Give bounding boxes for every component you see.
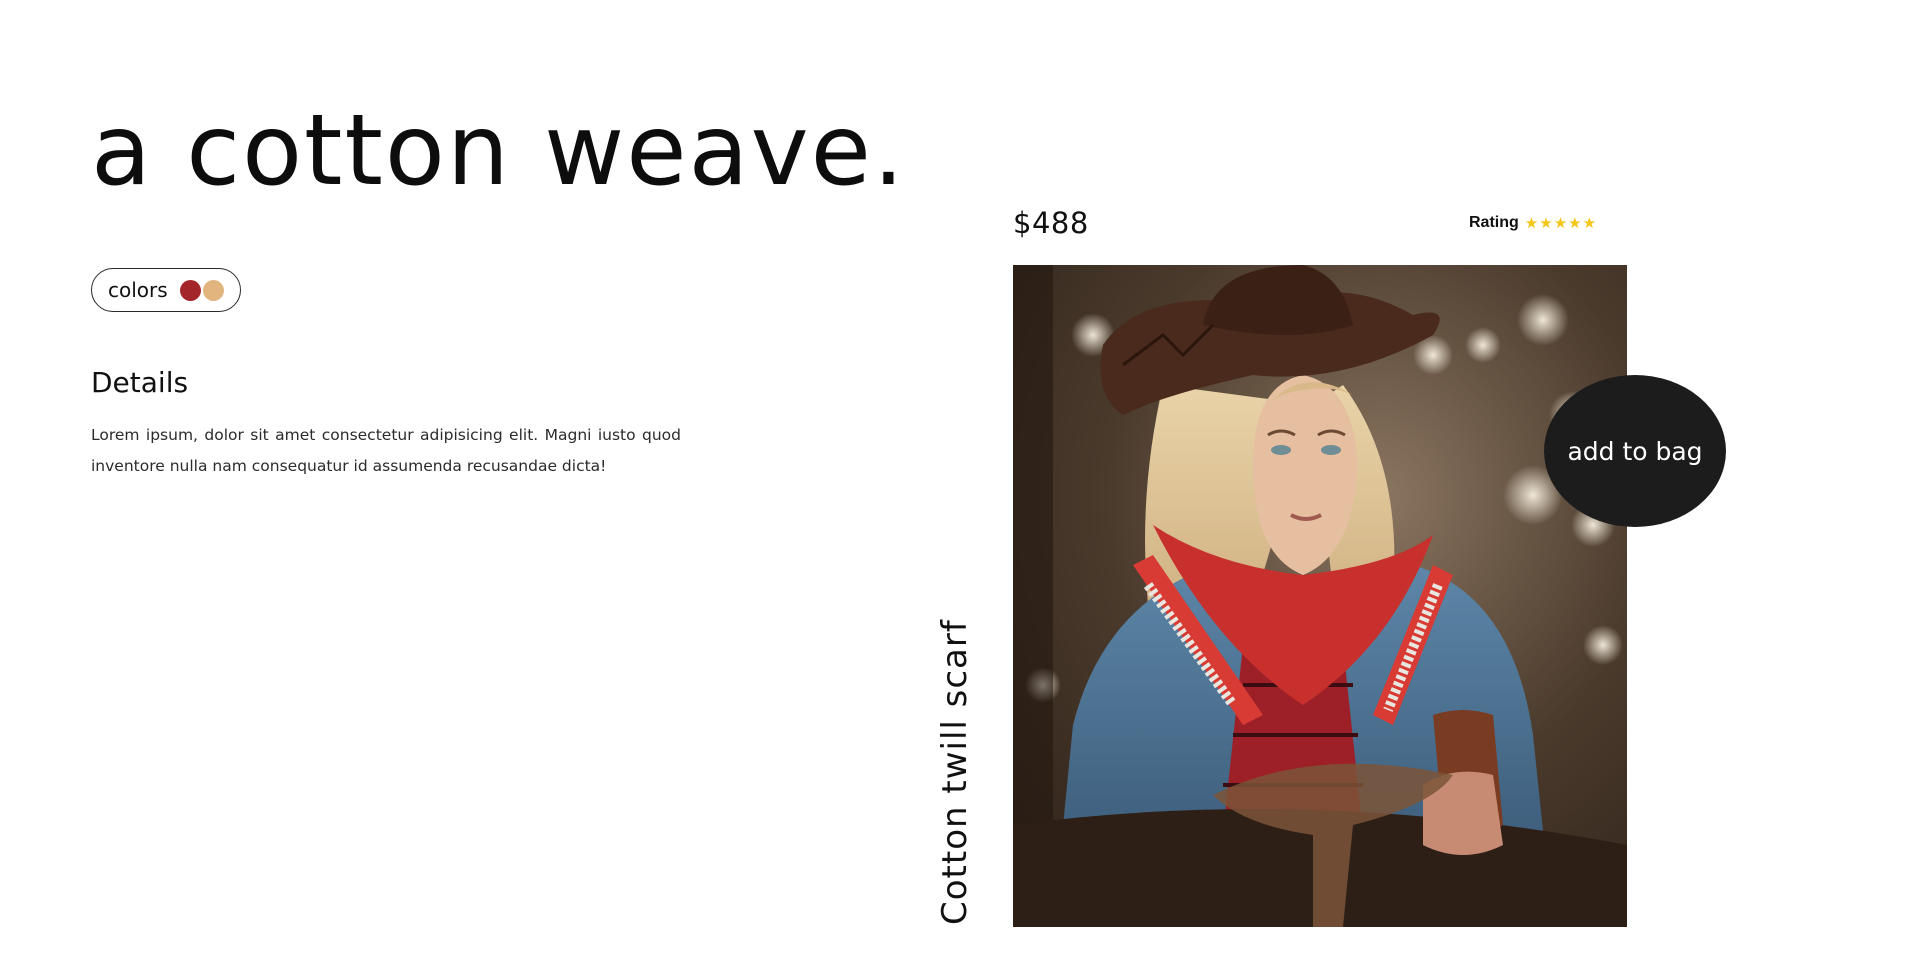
product-rating: Rating ★ ★ ★ ★ ★: [1469, 214, 1596, 232]
product-page: a cotton weave. colors Details Lorem ips…: [0, 0, 1918, 967]
product-photo-icon: [1013, 265, 1627, 927]
colors-label: colors: [108, 278, 168, 302]
tan-swatch[interactable]: [202, 279, 224, 301]
star-icon: ★: [1539, 213, 1553, 232]
color-swatches: [179, 279, 224, 301]
star-icon: ★: [1553, 213, 1568, 232]
rating-label: Rating: [1469, 214, 1519, 231]
rating-stars: ★ ★ ★ ★ ★: [1524, 213, 1597, 232]
details-heading: Details: [91, 366, 189, 399]
product-image: [1013, 265, 1627, 927]
star-icon: ★: [1524, 213, 1539, 232]
add-to-bag-button[interactable]: add to bag: [1544, 375, 1726, 527]
colors-selector[interactable]: colors: [91, 268, 241, 312]
star-icon: ★: [1582, 213, 1597, 232]
star-icon: ★: [1568, 213, 1582, 232]
product-price: $488: [1013, 206, 1089, 240]
product-name: Cotton twill scarf: [935, 619, 975, 925]
page-headline: a cotton weave.: [91, 94, 907, 208]
red-swatch[interactable]: [179, 279, 201, 301]
details-text: Lorem ipsum, dolor sit amet consectetur …: [91, 426, 681, 475]
